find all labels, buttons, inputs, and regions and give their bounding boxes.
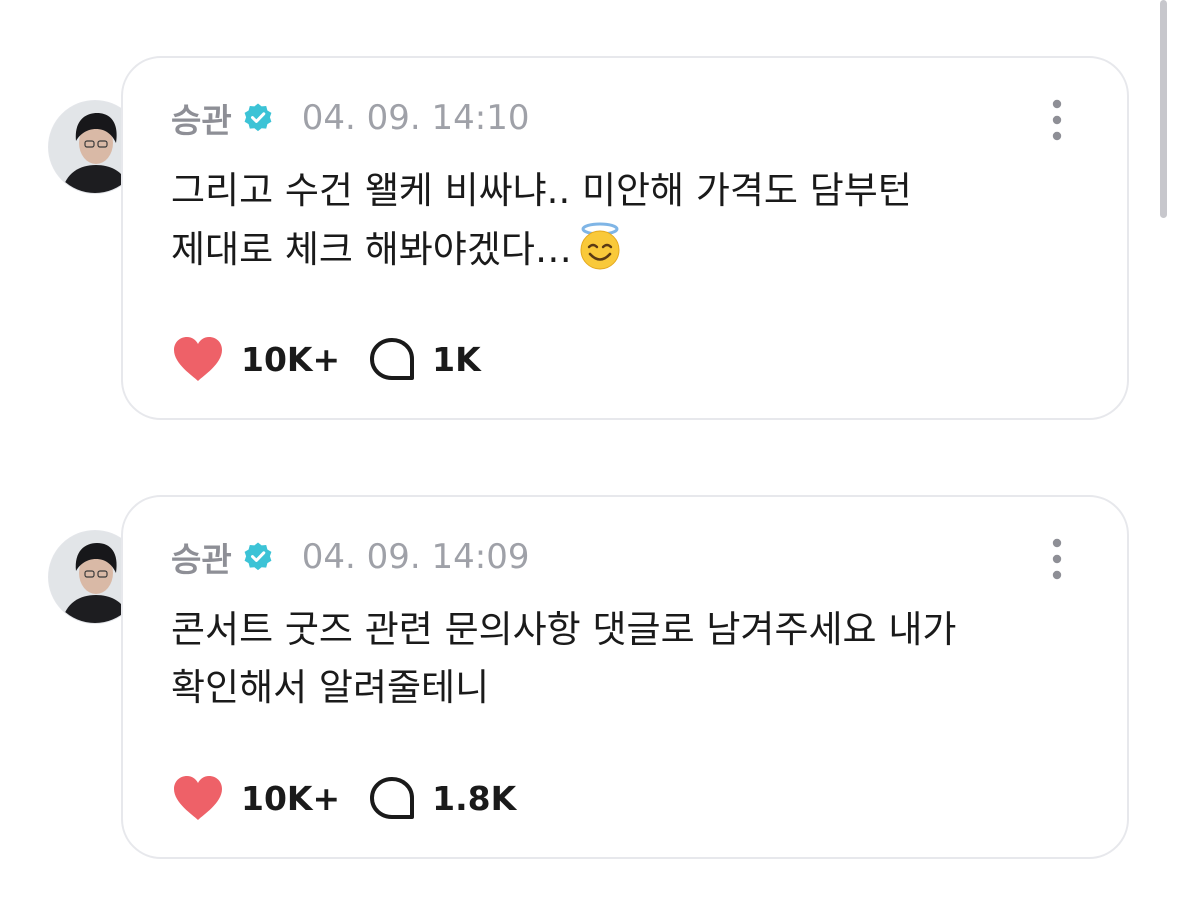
more-vertical-icon[interactable] [1047,98,1067,142]
scrollbar[interactable] [1160,0,1167,218]
heart-icon[interactable] [171,774,225,822]
post-timestamp: 04. 09. 14:10 [301,98,530,138]
post-header: 승관 04. 09. 14:10 [171,96,529,140]
post-card[interactable]: 승관 04. 09. 14:10 그리고 수건 왤케 비싸냐.. 미안해 가격도… [121,56,1129,420]
post-content-line: 콘서트 굿즈 관련 문의사항 댓글로 남겨주세요 내가 [171,608,957,651]
author-name[interactable]: 승관 [171,94,232,142]
post-content-line: 그리고 수건 왤케 비싸냐.. 미안해 가격도 담부턴 [171,169,912,212]
like-count: 10K+ [241,778,341,818]
smiling-face-with-halo-icon [580,222,620,270]
post-card[interactable]: 승관 04. 09. 14:09 콘서트 굿즈 관련 문의사항 댓글로 남겨주세… [121,495,1129,859]
like-count: 10K+ [241,339,341,379]
post-content-line-with-emoji: 제대로 체크 해봐야겠다… [171,220,1071,278]
feed: 승관 04. 09. 14:10 그리고 수건 왤케 비싸냐.. 미안해 가격도… [0,0,1179,904]
verified-badge-icon [244,103,272,132]
post-header: 승관 04. 09. 14:09 [171,535,529,579]
post-content-line: 제대로 체크 해봐야겠다… [171,228,572,271]
comment-count: 1.8K [432,778,517,818]
post-actions: 10K+ 1K [171,334,481,384]
post-content: 그리고 수건 왤케 비싸냐.. 미안해 가격도 담부턴 제대로 체크 해봐야겠다… [171,162,1071,278]
verified-badge-icon [244,542,272,571]
comment-count: 1K [432,339,481,379]
more-vertical-icon[interactable] [1047,537,1067,581]
heart-icon[interactable] [171,335,225,383]
comment-bubble-icon[interactable] [368,775,416,821]
post-timestamp: 04. 09. 14:09 [301,537,530,577]
comment-bubble-icon[interactable] [368,336,416,382]
post-content: 콘서트 굿즈 관련 문의사항 댓글로 남겨주세요 내가 확인해서 알려줄테니 [171,601,1071,717]
author-name[interactable]: 승관 [171,533,232,581]
post-actions: 10K+ 1.8K [171,773,516,823]
post-content-line: 확인해서 알려줄테니 [171,666,490,709]
